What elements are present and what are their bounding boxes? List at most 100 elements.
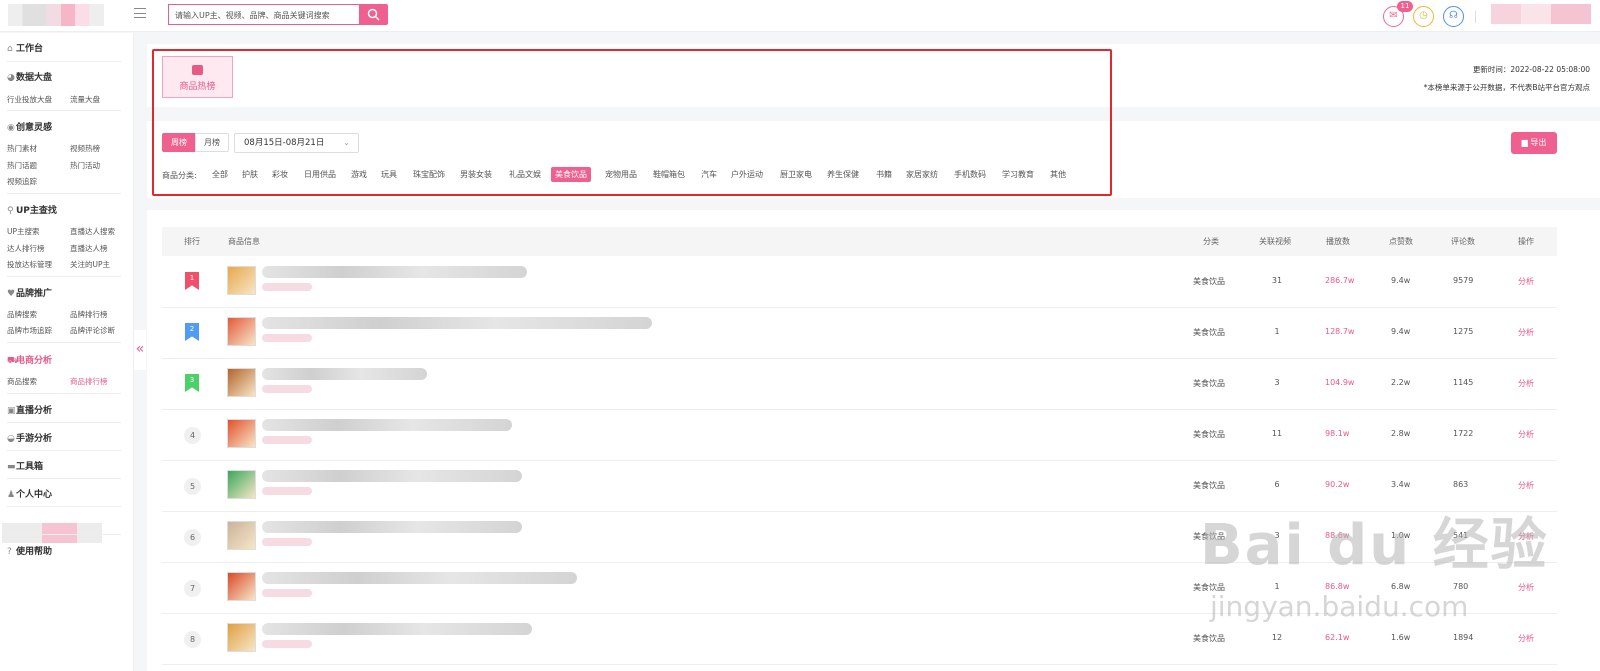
category-filter[interactable]: 彩妆 xyxy=(268,167,292,182)
product-price xyxy=(262,487,312,495)
product-thumbnail[interactable] xyxy=(227,317,256,346)
category-filter[interactable]: 手机数码 xyxy=(950,167,990,182)
sidebar-item-workbench[interactable]: ⌂ 工作台 xyxy=(7,41,43,54)
category-filter[interactable]: 礼品文娱 xyxy=(505,167,545,182)
category-filter[interactable]: 日用供品 xyxy=(300,167,340,182)
week-tab[interactable]: 周榜 xyxy=(162,133,196,152)
category-filter[interactable]: 厨卫家电 xyxy=(776,167,816,182)
sidebar-item-live-ranking[interactable]: 直播达人榜 xyxy=(70,243,108,254)
export-button[interactable]: ▆ 导出 xyxy=(1511,132,1557,154)
product-title[interactable] xyxy=(262,521,522,533)
sidebar-section-live[interactable]: ▣直播分析 xyxy=(7,403,52,416)
product-title[interactable] xyxy=(262,368,427,380)
analyze-link[interactable]: 分析 xyxy=(1518,327,1534,338)
sidebar-item-brand-market[interactable]: 品牌市场追踪 xyxy=(7,325,52,336)
sidebar-item-hot-topic[interactable]: 热门话题 xyxy=(7,160,37,171)
category-filter[interactable]: 家居家纺 xyxy=(902,167,942,182)
header-product: 商品信息 xyxy=(228,237,260,246)
sidebar-item-live-search[interactable]: 直播达人搜索 xyxy=(70,226,115,237)
plays-cell: 62.1w xyxy=(1325,633,1350,642)
sidebar-item-video-hot[interactable]: 视频热榜 xyxy=(70,143,100,154)
search-input[interactable]: 请输入UP主、视频、品牌、商品关键词搜索 xyxy=(168,4,359,25)
category-filter[interactable]: 玩具 xyxy=(377,167,401,182)
analyze-link[interactable]: 分析 xyxy=(1518,582,1534,593)
sidebar-item-video-track[interactable]: 视频追踪 xyxy=(7,176,37,187)
collapse-sidebar-button[interactable]: « xyxy=(134,330,146,370)
tab-product-hot[interactable]: 商品热榜 xyxy=(162,56,233,98)
product-title[interactable] xyxy=(262,623,532,635)
category-filter[interactable]: 美食饮品 xyxy=(551,167,591,182)
category-filter[interactable]: 其他 xyxy=(1046,167,1070,182)
panel-gap xyxy=(147,107,1600,121)
sidebar-item-up-search[interactable]: UP主搜索 xyxy=(7,226,40,237)
date-range-select[interactable]: 08月15日-08月21日 ⌄ xyxy=(234,133,359,153)
sidebar-item-traffic[interactable]: 流量大盘 xyxy=(70,94,100,105)
product-thumbnail[interactable] xyxy=(227,368,256,397)
analyze-link[interactable]: 分析 xyxy=(1518,378,1534,389)
category-filter[interactable]: 游戏 xyxy=(347,167,371,182)
product-title[interactable] xyxy=(262,266,527,278)
category-filter[interactable]: 宠物用品 xyxy=(601,167,641,182)
home-icon: ⌂ xyxy=(7,44,13,54)
sidebar-item-delivery[interactable]: 投放达标管理 xyxy=(7,259,52,270)
category-filter[interactable]: 户外运动 xyxy=(727,167,767,182)
category-filter[interactable]: 珠宝配饰 xyxy=(409,167,449,182)
sidebar-item-brand-search[interactable]: 品牌搜索 xyxy=(7,309,37,320)
search-button[interactable] xyxy=(359,4,388,25)
videos-cell: 1 xyxy=(1274,327,1280,336)
product-thumbnail[interactable] xyxy=(227,266,256,295)
sidebar: ⌂ 工作台 ◕数据大盘 行业投放大盘 流量大盘 ◉创意灵感 热门素材 视频热榜 热… xyxy=(0,33,134,671)
sidebar-section-mobile-games[interactable]: ◒手游分析 xyxy=(7,431,52,444)
category-filter[interactable]: 书籍 xyxy=(872,167,896,182)
sidebar-section-personal[interactable]: ♟个人中心 xyxy=(7,487,52,500)
clock-icon[interactable]: ◷ xyxy=(1413,6,1434,27)
analyze-link[interactable]: 分析 xyxy=(1518,429,1534,440)
product-thumbnail[interactable] xyxy=(227,521,256,550)
product-thumbnail[interactable] xyxy=(227,572,256,601)
sidebar-item-followed-up[interactable]: 关注的UP主 xyxy=(70,259,110,270)
category-filter[interactable]: 养生保健 xyxy=(823,167,863,182)
category-filter[interactable]: 全部 xyxy=(208,167,232,182)
sidebar-section-data[interactable]: ◕数据大盘 xyxy=(7,70,52,83)
sidebar-item-hot-activity[interactable]: 热门活动 xyxy=(70,160,100,171)
product-title[interactable] xyxy=(262,470,522,482)
category-filter[interactable]: 男装女装 xyxy=(456,167,496,182)
rank-number: 4 xyxy=(184,427,201,444)
category-filter[interactable]: 汽车 xyxy=(697,167,721,182)
rank-number: 7 xyxy=(184,580,201,597)
analyze-link[interactable]: 分析 xyxy=(1518,633,1534,644)
sidebar-item-ranking[interactable]: 达人排行榜 xyxy=(7,243,45,254)
sidebar-item-product-search[interactable]: 商品搜索 xyxy=(7,376,37,387)
sidebar-item-help[interactable]: ? 使用帮助 xyxy=(7,544,52,557)
category-filter[interactable]: 护肤 xyxy=(238,167,262,182)
sidebar-item-brand-comment[interactable]: 品牌评论诊断 xyxy=(70,325,115,336)
plays-cell: 104.9w xyxy=(1325,378,1355,387)
category-filter[interactable]: 鞋帽箱包 xyxy=(649,167,689,182)
customer-service-icon[interactable]: ☊ xyxy=(1443,6,1464,27)
month-tab[interactable]: 月榜 xyxy=(195,133,229,152)
product-thumbnail[interactable] xyxy=(227,470,256,499)
sidebar-section-inspiration[interactable]: ◉创意灵感 xyxy=(7,120,52,133)
hamburger-menu-icon[interactable] xyxy=(134,8,146,18)
sidebar-item-industry[interactable]: 行业投放大盘 xyxy=(7,94,52,105)
logo[interactable] xyxy=(8,4,104,26)
product-thumbnail[interactable] xyxy=(227,419,256,448)
sidebar-item-hot-material[interactable]: 热门素材 xyxy=(7,143,37,154)
product-price xyxy=(262,589,312,597)
product-title[interactable] xyxy=(262,419,512,431)
product-title[interactable] xyxy=(262,572,577,584)
sidebar-section-up-search[interactable]: ⚲ UP主查找 xyxy=(7,203,57,216)
sidebar-item-brand-ranking[interactable]: 品牌排行榜 xyxy=(70,309,108,320)
category-filter[interactable]: 学习教育 xyxy=(998,167,1038,182)
category-cell: 美食饮品 xyxy=(1193,634,1225,643)
sidebar-section-toolbox[interactable]: ▬工具箱 xyxy=(7,459,43,472)
product-thumbnail[interactable] xyxy=(227,623,256,652)
user-avatar[interactable] xyxy=(1491,4,1591,24)
watermark-url: jingyan.baidu.com xyxy=(1210,590,1469,623)
product-title[interactable] xyxy=(262,317,652,329)
sidebar-section-ecommerce[interactable]: ⛟电商分析 xyxy=(7,353,52,367)
sidebar-section-brand[interactable]: ♥品牌推广 xyxy=(7,286,52,299)
sidebar-item-product-ranking[interactable]: 商品排行榜 xyxy=(70,376,108,387)
analyze-link[interactable]: 分析 xyxy=(1518,276,1534,287)
analyze-link[interactable]: 分析 xyxy=(1518,480,1534,491)
